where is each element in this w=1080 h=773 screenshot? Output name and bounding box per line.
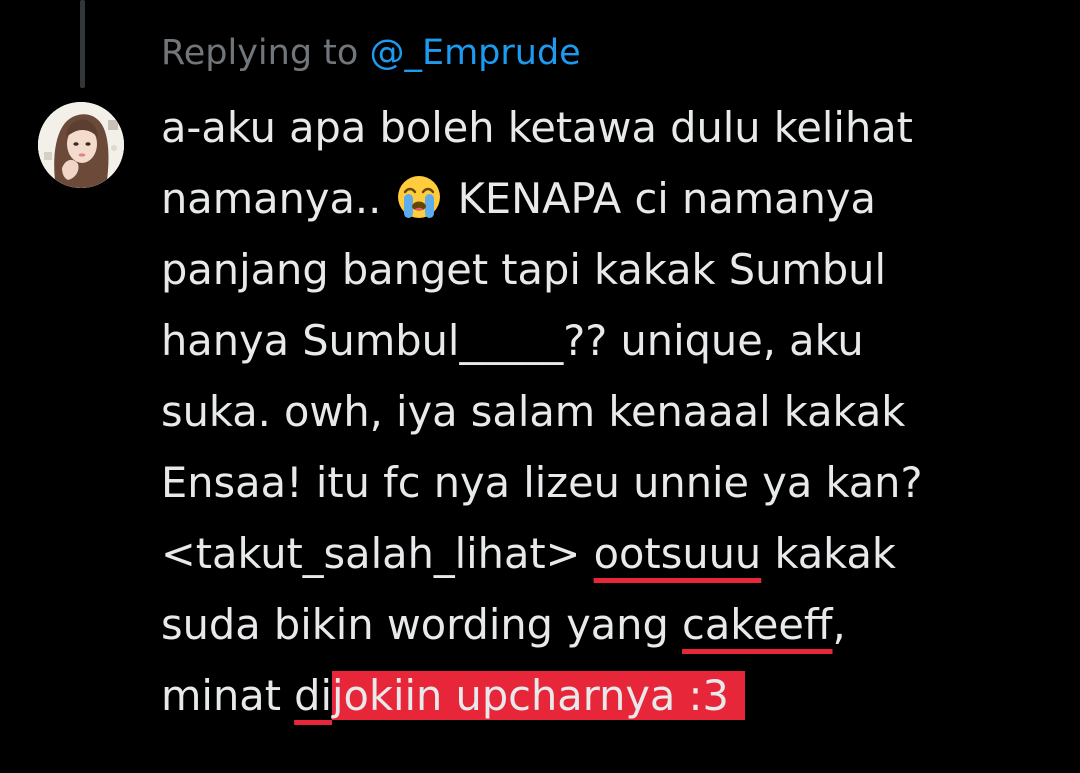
tweet-body: a-aku apa boleh ketawa dulu kelihat nama… — [161, 92, 1061, 731]
thread-connector-line — [80, 0, 85, 88]
tweet-text-segment: minat — [161, 671, 295, 720]
tweet-text-segment: a-aku apa boleh ketawa dulu kelihat — [161, 103, 913, 152]
replying-to-label: Replying to — [161, 33, 359, 73]
avatar[interactable] — [38, 102, 124, 188]
tweet-line-1: a-aku apa boleh ketawa dulu kelihat — [161, 92, 1061, 163]
tweet-line-6: Ensaa! itu fc nya lizeu unnie ya kan? — [161, 447, 1061, 518]
tweet-line-4: hanya Sumbul_____?? unique, aku — [161, 305, 1061, 376]
tweet-text-segment: KENAPA ci namanya — [444, 174, 876, 223]
loudly-crying-face-icon — [398, 176, 441, 218]
red-highlighted-text: jokiin upcharnya :3 — [332, 671, 745, 720]
tweet-text-segment: suka. owh, iya salam kenaaal kakak — [161, 387, 906, 436]
tweet-line-3: panjang banget tapi kakak Sumbul — [161, 234, 1061, 305]
red-underlined-word: di — [294, 671, 333, 720]
red-underlined-word: cakeeff — [682, 600, 833, 649]
tweet-text-segment: suda bikin wording yang — [161, 600, 683, 649]
tweet-line-2: namanya.. KENAPA ci namanya — [161, 163, 1061, 234]
tweet-text-segment: panjang banget tapi kakak Sumbul — [161, 245, 886, 294]
tweet-line-7: <takut_salah_lihat> ootsuuu kakak — [161, 518, 1061, 589]
tweet-text-segment: kakak — [761, 529, 896, 578]
tweet-text-segment: hanya Sumbul_____?? unique, aku — [161, 316, 864, 365]
replied-user-handle-link[interactable]: @_Emprude — [369, 33, 580, 73]
avatar-image — [38, 102, 124, 188]
red-underlined-word: ootsuuu — [593, 529, 762, 578]
tweet-line-9: minat dijokiin upcharnya :3 — [161, 660, 1061, 731]
tweet-line-8: suda bikin wording yang cakeeff, — [161, 589, 1061, 660]
tweet-line-5: suka. owh, iya salam kenaaal kakak — [161, 376, 1061, 447]
tweet-text-segment: Ensaa! itu fc nya lizeu unnie ya kan? — [161, 458, 923, 507]
tweet-text-segment: , — [832, 600, 846, 649]
replying-to-context: Replying to @_Emprude — [161, 30, 581, 76]
tweet-text-segment: namanya.. — [161, 174, 395, 223]
tweet-text-segment: <takut_salah_lihat> — [161, 529, 594, 578]
